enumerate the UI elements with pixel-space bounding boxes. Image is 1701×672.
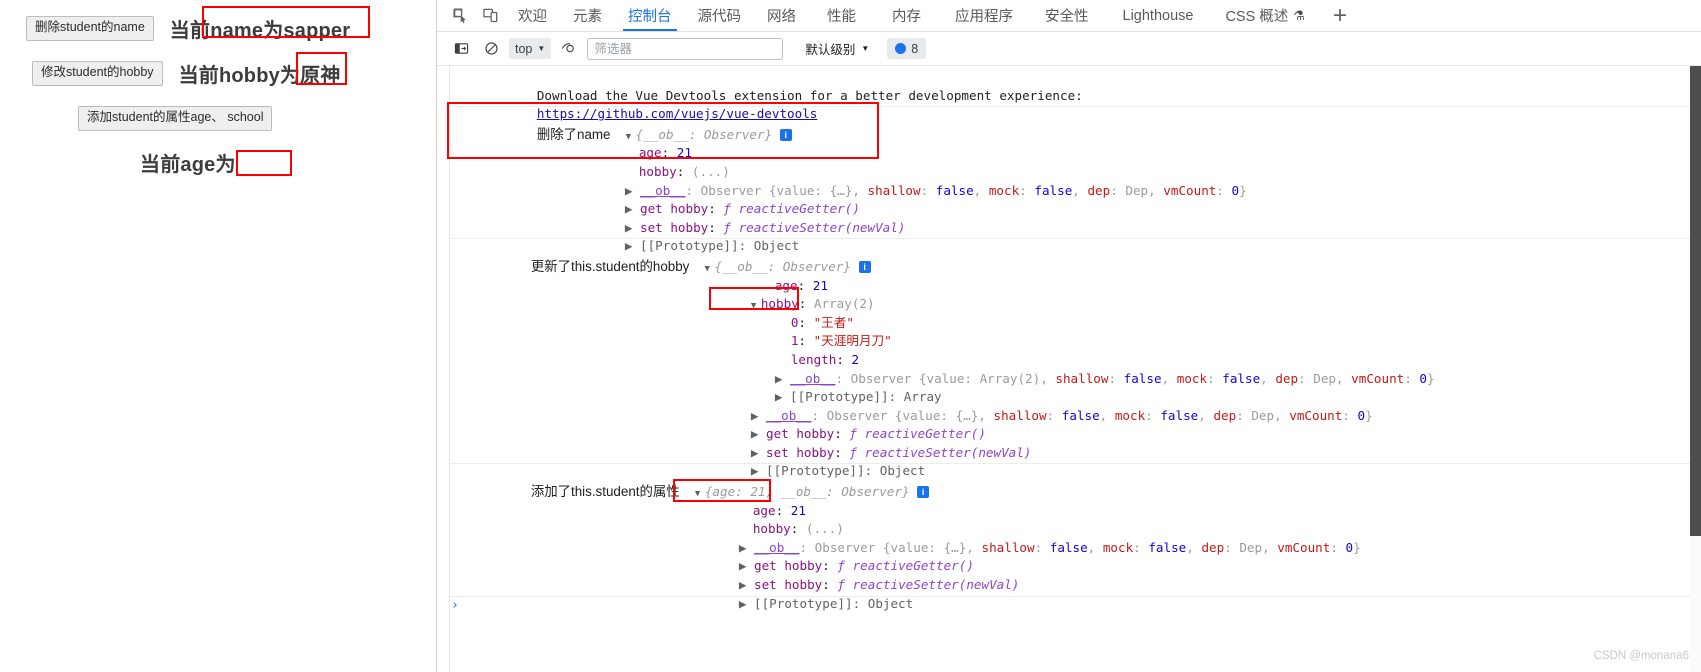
filter-input[interactable] — [587, 37, 784, 60]
clear-console-icon[interactable] — [479, 38, 503, 60]
add-age-school-button[interactable]: 添加student的属性age、 school — [78, 106, 273, 131]
tab-network[interactable]: 网络 — [754, 0, 809, 31]
device-toolbar-icon[interactable] — [475, 3, 505, 29]
current-age-value-box — [235, 149, 292, 176]
chevron-down-icon: ▼ — [861, 44, 870, 53]
console-group-added-property: 添加了this.student的属性 ▼ {age: 21, __ob__: Ob… — [437, 464, 1701, 611]
issues-dot-icon — [895, 43, 907, 54]
tab-lighthouse-label: Lighthouse — [1122, 7, 1194, 24]
console-group-deleted-name: 删除了name ▼ {__ob__: Observer} i age: 21 ho… — [437, 107, 1701, 253]
expand-triangle-icon[interactable]: ▶ — [739, 596, 754, 611]
devtools-panel: 欢迎 元素 控制台 源代码 网络 性能 内存 应用程序 安全性 Lighthou… — [436, 0, 1701, 672]
experiment-beaker-icon: ⚗ — [1293, 7, 1305, 23]
tab-elements-label: 元素 — [573, 9, 602, 25]
tab-console-label: 控制台 — [628, 9, 672, 25]
add-tab-button[interactable]: + — [1319, 3, 1361, 28]
console-message-vue: Download the Vue Devtools extension for … — [437, 66, 1701, 121]
tab-application-label: 应用程序 — [955, 9, 1013, 25]
current-hobby-value: hobby为原神 — [218, 65, 341, 87]
console-toolbar: top ▼ 默认级别 ▼ 8 — [437, 32, 1701, 66]
console-scrollbar-thumb[interactable] — [1690, 66, 1701, 536]
tab-performance[interactable]: 性能 — [809, 0, 874, 31]
tab-console[interactable]: 控制台 — [615, 0, 685, 31]
tab-lighthouse[interactable]: Lighthouse — [1105, 0, 1212, 31]
console-prompt[interactable]: › — [437, 597, 1701, 616]
tab-security[interactable]: 安全性 — [1029, 0, 1105, 31]
page-row-add-props: 添加student的属性age、 school — [78, 106, 273, 131]
tab-memory-label: 内存 — [892, 9, 921, 25]
issues-counter-button[interactable]: 8 — [887, 38, 927, 59]
live-expression-icon[interactable] — [557, 38, 581, 60]
context-selector-label: top — [515, 41, 533, 56]
tab-welcome[interactable]: 欢迎 — [505, 0, 560, 31]
page-row-age: 当前age为 — [140, 148, 292, 177]
tab-welcome-label: 欢迎 — [518, 9, 547, 25]
console-sidebar-icon[interactable] — [449, 38, 473, 60]
context-selector[interactable]: top ▼ — [509, 38, 552, 59]
log-level-selector[interactable]: 默认级别 ▼ — [803, 39, 871, 58]
tab-performance-label: 性能 — [827, 9, 856, 25]
tab-sources[interactable]: 源代码 — [685, 0, 755, 31]
inspect-element-icon[interactable] — [445, 3, 475, 29]
screenshot-root: 删除student的name 当前name为sapper 修改student的h… — [0, 0, 1701, 672]
console-group-updated-hobby: 更新了this.student的hobby ▼ {__ob__: Observer… — [437, 239, 1701, 478]
watermark: CSDN @monana6 — [1593, 650, 1689, 663]
tab-css-overview-label: CSS 概述 — [1225, 9, 1289, 25]
tab-elements[interactable]: 元素 — [560, 0, 615, 31]
current-age-label: 当前age为 — [140, 154, 236, 176]
page-row-hobby: 修改student的hobby 当前hobby为原神 — [32, 59, 341, 88]
browser-page-pane: 删除student的name 当前name为sapper 修改student的h… — [0, 0, 436, 672]
issues-count: 8 — [911, 41, 919, 56]
current-hobby-label-prefix: 当前 — [178, 65, 219, 87]
tab-sources-label: 源代码 — [697, 9, 742, 25]
devtools-tabbar: 欢迎 元素 控制台 源代码 网络 性能 内存 应用程序 安全性 Lighthou… — [437, 0, 1701, 32]
page-row-name: 删除student的name 当前name为sapper — [26, 14, 350, 43]
tabs-container: 欢迎 元素 控制台 源代码 网络 性能 内存 应用程序 安全性 Lighthou… — [505, 0, 1319, 31]
tab-memory[interactable]: 内存 — [874, 0, 939, 31]
tab-css-overview[interactable]: CSS 概述 ⚗ — [1211, 0, 1319, 31]
log-level-label: 默认级别 — [805, 43, 856, 57]
current-name-value: name为sapper — [210, 20, 351, 42]
tab-security-label: 安全性 — [1045, 9, 1089, 25]
current-name-label-prefix: 当前 — [169, 20, 211, 42]
chevron-down-icon: ▼ — [537, 44, 546, 53]
console-output[interactable]: Download the Vue Devtools extension for … — [437, 66, 1701, 672]
delete-name-button[interactable]: 删除student的name — [26, 16, 154, 41]
tab-network-label: 网络 — [767, 9, 796, 25]
modify-hobby-button[interactable]: 修改student的hobby — [32, 61, 163, 86]
tab-application[interactable]: 应用程序 — [939, 0, 1029, 31]
